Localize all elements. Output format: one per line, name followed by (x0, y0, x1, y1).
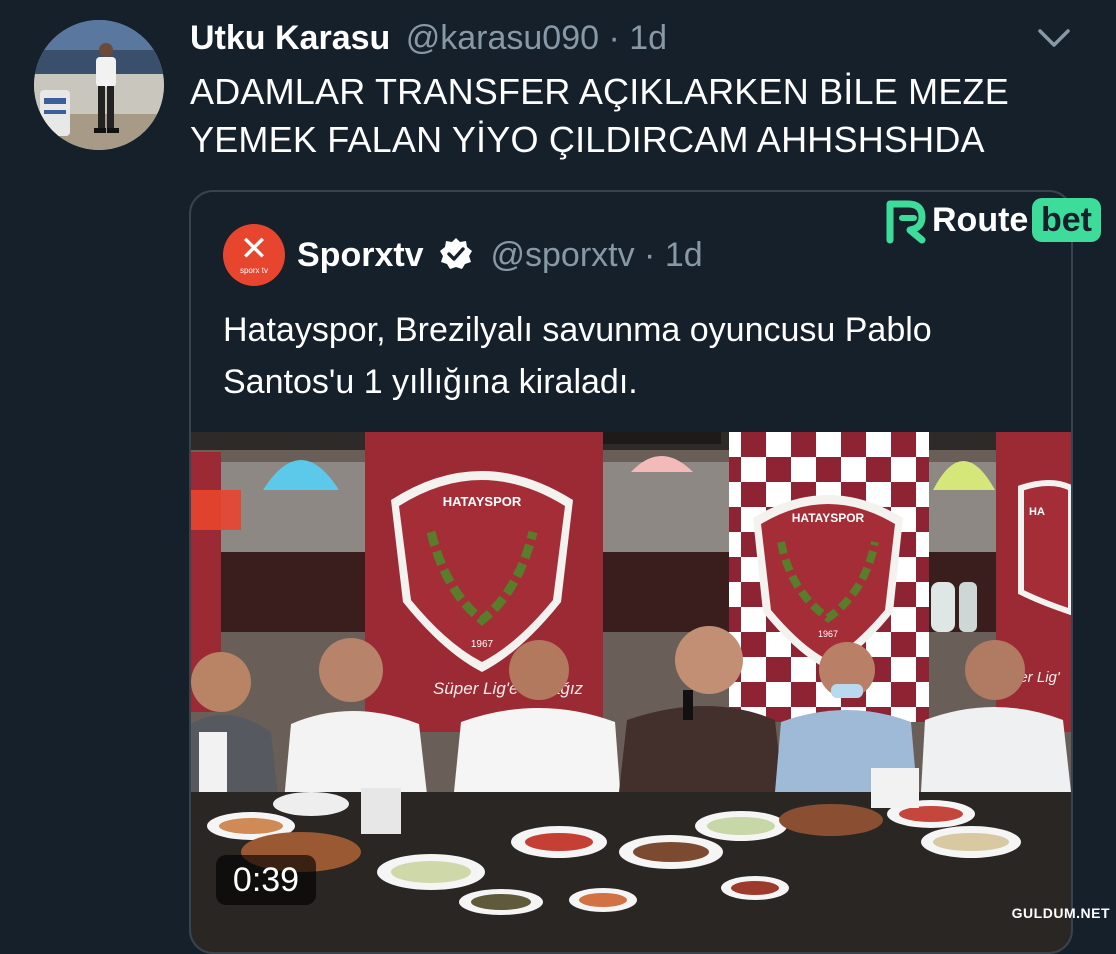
author-handle-time[interactable]: @karasu090 · 1d (406, 19, 667, 57)
routebet-watermark: Route bet (878, 196, 1104, 246)
sporx-logo-text: sporx tv (239, 266, 268, 275)
tweet-header: Utku Karasu @karasu090 · 1d (190, 16, 667, 60)
banner-club-name-right: HATAYSPOR (792, 511, 865, 525)
quoted-tweet-card[interactable]: ✕ sporx tv Sporxtv @sporxtv · 1d Hataysp… (189, 190, 1073, 954)
banner-corner-text: HA (1029, 506, 1045, 518)
routebet-bet-badge: bet (1032, 198, 1101, 242)
video-player[interactable]: HATAYSPOR 1967 Süper Lig'e Tat ağız HATA… (191, 432, 1071, 952)
chevron-down-icon[interactable] (1036, 24, 1072, 52)
quoted-tweet-text: Hatayspor, Brezilyalı savunma oyuncusu P… (223, 311, 932, 401)
site-watermark: GULDUM.NET (1011, 905, 1110, 921)
tweet-text: ADAMLAR TRANSFER AÇIKLARKEN BİLE MEZE YE… (190, 71, 1009, 160)
user-avatar[interactable] (34, 20, 164, 150)
avatar-photo (34, 20, 164, 150)
quoted-author-name[interactable]: Sporxtv (297, 236, 424, 274)
banner-club-name-left: HATAYSPOR (443, 494, 522, 509)
video-frame: HATAYSPOR 1967 Süper Lig'e Tat ağız HATA… (191, 432, 1071, 952)
routebet-logo-icon (886, 200, 926, 244)
quoted-author-handle-time[interactable]: @sporxtv · 1d (491, 236, 703, 274)
routebet-route-text: Route (932, 201, 1029, 239)
author-name[interactable]: Utku Karasu (190, 19, 390, 57)
sporxtv-avatar[interactable]: ✕ sporx tv (223, 224, 285, 286)
sporx-x-logo-icon: ✕ (239, 229, 269, 269)
verified-badge-icon (440, 238, 473, 269)
video-duration-badge: 0:39 (216, 855, 316, 905)
banner-year-left: 1967 (471, 639, 494, 650)
quoted-tweet-header: Sporxtv @sporxtv · 1d (297, 232, 703, 278)
banner-year-right: 1967 (818, 629, 838, 639)
